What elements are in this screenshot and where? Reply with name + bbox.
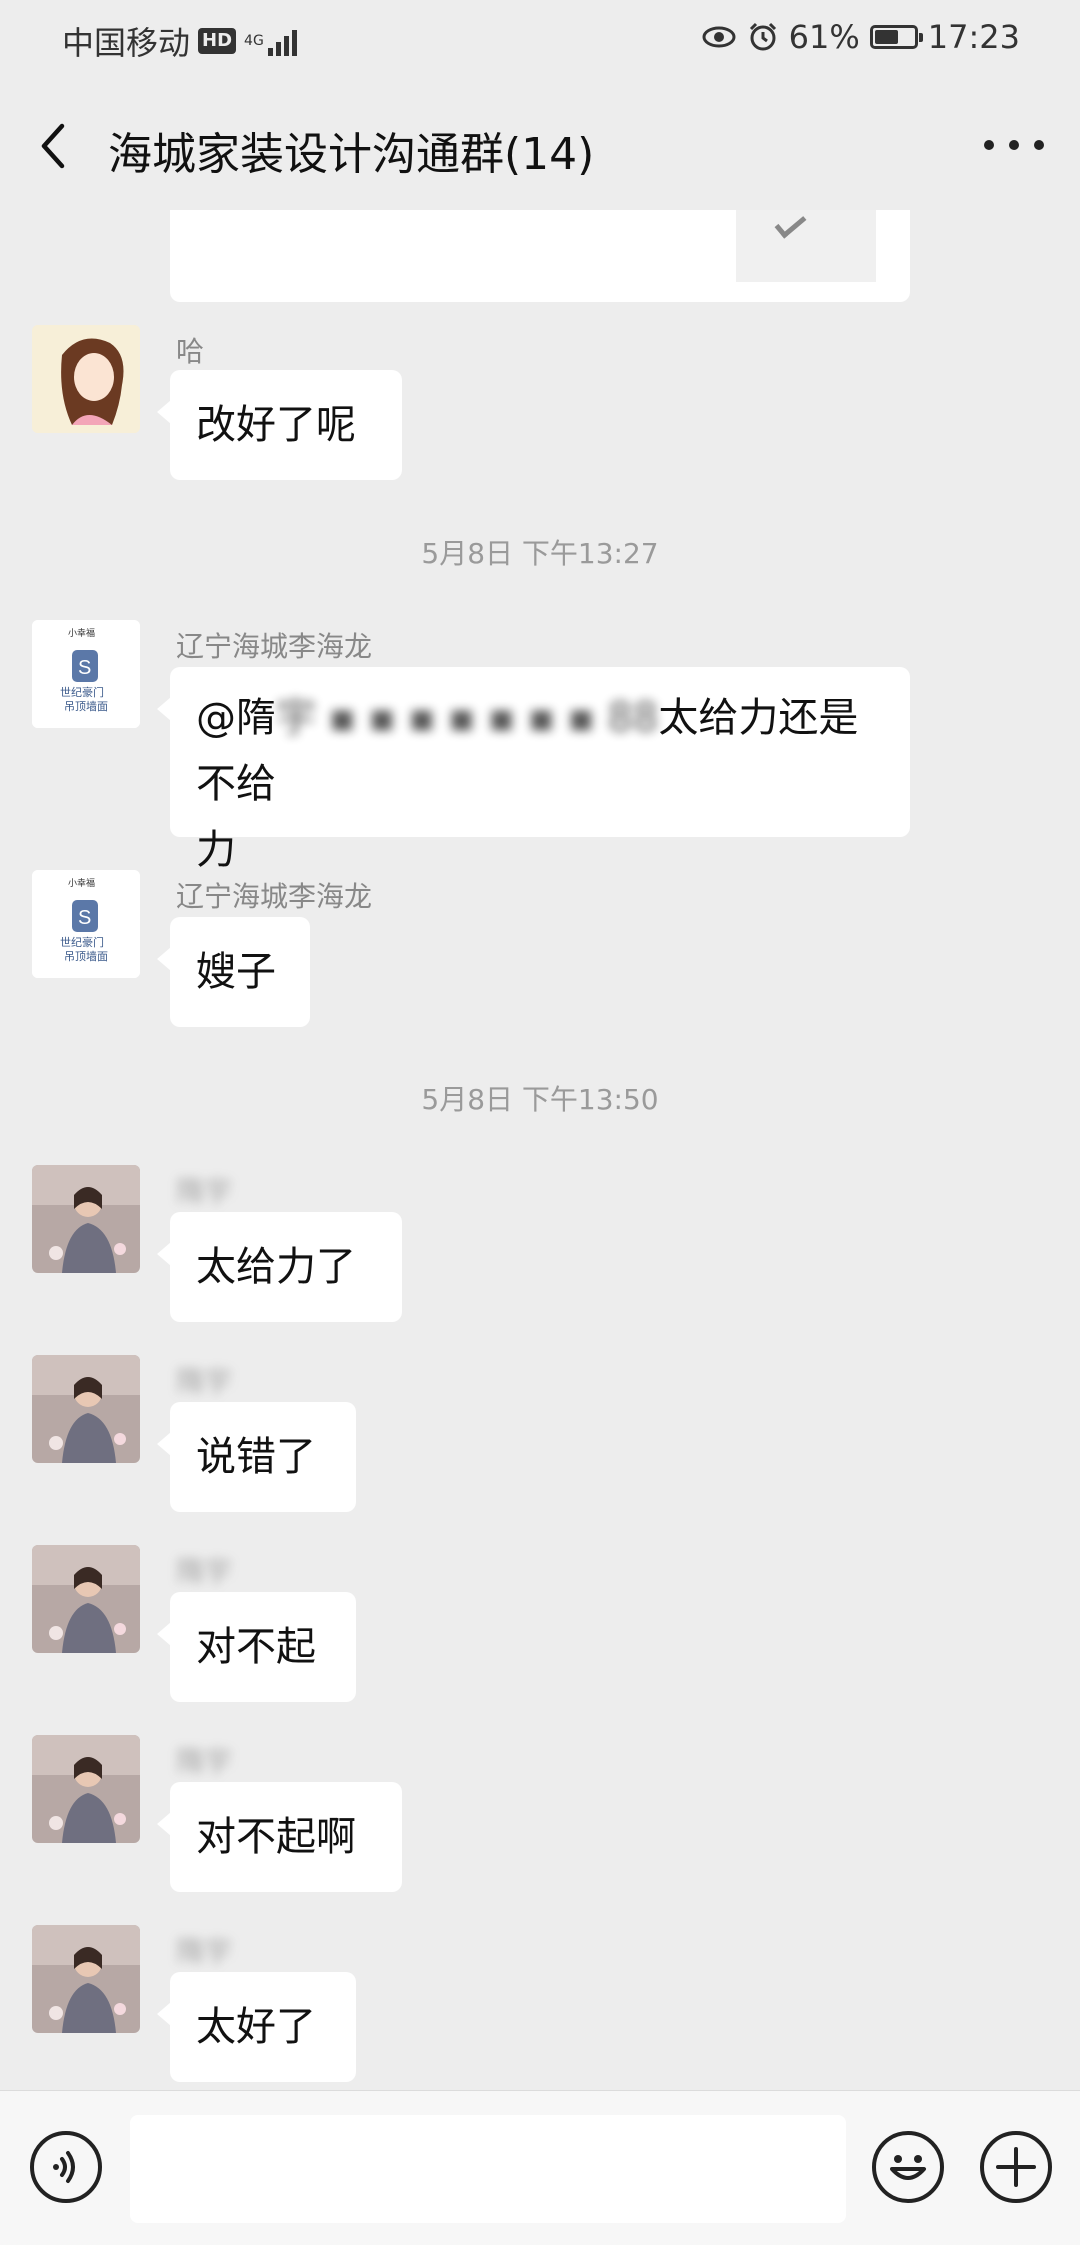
avatar-brand-logo[interactable]: 小幸福 S 世纪豪门 吊顶墙面 [32,870,140,978]
sender-name: 辽宁海城李海龙 [176,880,373,913]
avatar-woman-photo[interactable] [32,1355,140,1463]
message-input[interactable] [130,2115,846,2223]
mention-blurred-name: 宇 ▪ ▪ ▪ ▪ ▪ ▪ ▪ 88 [276,695,659,741]
alarm-icon [749,22,776,51]
message-list[interactable]: 哈 改好了呢 5月8日 下午13:27 小幸福 S 世纪豪门 吊顶墙面 辽宁海城… [0,210,1080,2090]
logo-brand-bottom: 吊顶墙面 [64,699,108,713]
logo-brand-top: 小幸福 [68,877,95,888]
logo-brand-top: 小幸福 [68,627,95,638]
battery-icon [869,25,923,49]
timestamp: 5月8日 下午13:50 [421,1083,659,1116]
message-bubble[interactable]: 对不起 [157,1592,356,1702]
network-label: 4G [244,33,264,49]
link-thumbnail [736,210,876,282]
message-bubble[interactable]: 对不起啊 [157,1782,402,1892]
message-bubble[interactable]: 太给力了 [157,1212,402,1322]
battery-percent: 61% [788,18,860,56]
sender-name-blurred: 隋宇 [176,1365,233,1398]
status-bar: 中国移动 HD 4G 61% 17:23 [0,0,1080,80]
message-bubble-mention[interactable]: @隋宇 ▪ ▪ ▪ ▪ ▪ ▪ ▪ 88太给力还是不给 力 [157,667,910,873]
logo-brand-mid: 世纪豪门 [60,935,104,949]
logo-brand-bottom: 吊顶墙面 [64,949,108,963]
sender-name-blurred: 隋宇 [176,1745,233,1778]
sender-name-blurred: 隋宇 [176,1555,233,1588]
svg-text:S: S [78,907,91,929]
plus-icon[interactable] [980,2131,1052,2203]
message-bubble[interactable]: 太好了 [157,1972,356,2082]
signal-icon [267,26,297,56]
status-left: 中国移动 HD 4G [62,18,297,64]
eye-icon [702,26,736,48]
sender-name: 哈 [176,335,205,368]
sender-name-blurred: 隋宇 [176,1175,233,1208]
avatar-woman-photo[interactable] [32,1165,140,1273]
chat-header: 海城家装设计沟通群(14) [0,80,1080,210]
message-bubble[interactable]: 嫂子 [157,917,310,1027]
message-bubble[interactable]: 改好了呢 [157,370,402,480]
mention-prefix: @隋 [196,695,276,741]
clock: 17:23 [927,18,1020,56]
back-arrow-icon[interactable] [32,116,76,176]
sender-name-blurred: 隋宇 [176,1935,233,1968]
timestamp: 5月8日 下午13:27 [421,537,659,570]
emoji-icon[interactable] [872,2131,944,2203]
avatar-woman-photo[interactable] [32,1735,140,1843]
message-bubble[interactable]: 说错了 [157,1402,356,1512]
logo-brand-mid: 世纪豪门 [60,685,104,699]
status-right: 61% 17:23 [701,18,1020,56]
svg-text:S: S [78,657,91,679]
avatar-girl[interactable] [32,325,140,433]
chat-title: 海城家装设计沟通群(14) [108,129,595,180]
avatar-woman-photo[interactable] [32,1925,140,2033]
hd-icon: HD [198,28,237,54]
sender-name: 辽宁海城李海龙 [176,630,373,663]
avatar-brand-logo[interactable]: 小幸福 S 世纪豪门 吊顶墙面 [32,620,140,728]
message-text-line2: 力 [196,827,236,873]
input-bar [0,2090,1080,2245]
previous-message-card[interactable] [170,210,910,302]
more-options-icon[interactable] [984,130,1044,160]
voice-input-icon[interactable] [30,2131,102,2203]
avatar-woman-photo[interactable] [32,1545,140,1653]
carrier-label: 中国移动 [62,24,191,62]
